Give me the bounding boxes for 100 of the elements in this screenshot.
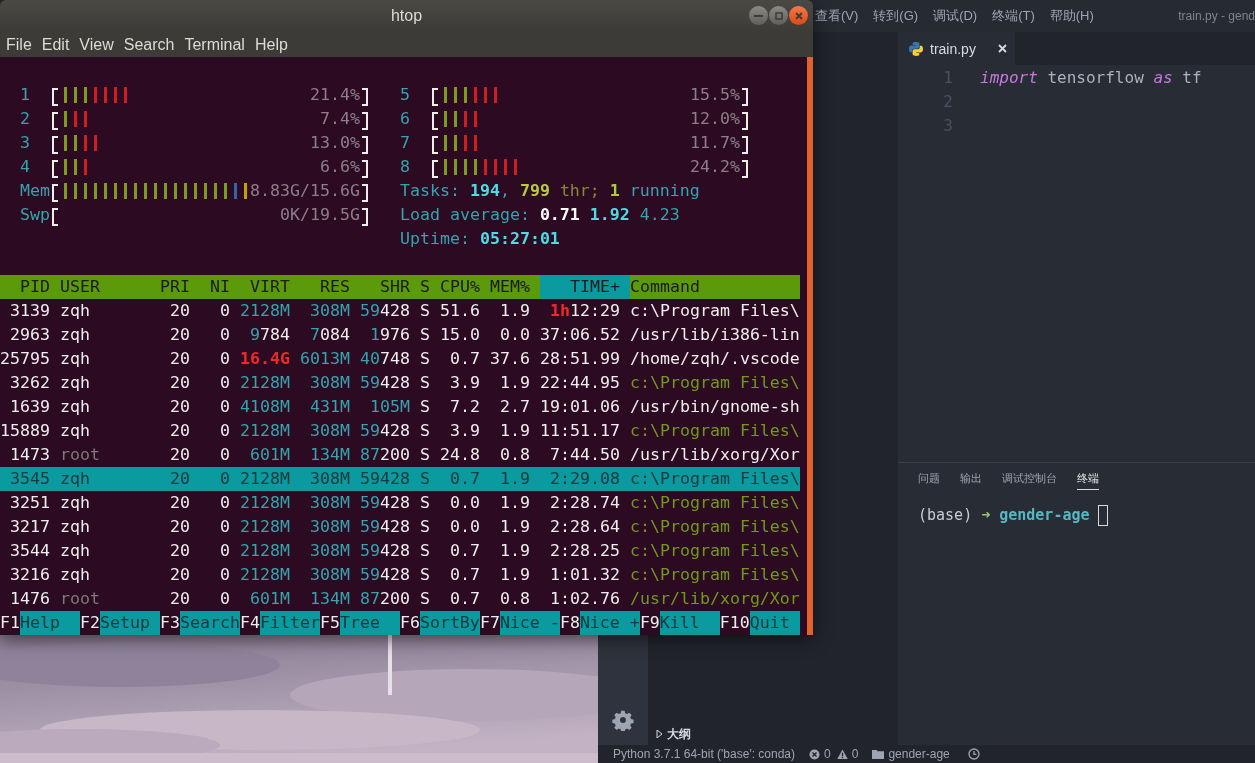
meter-value: 21.4% (310, 84, 360, 106)
error-count[interactable]: 0 (824, 747, 831, 761)
process-row[interactable]: 2963 zqh 20 0 9784 7084 1976 S 15.0 0.0 37:06.52 /usr/lib/i386-lin (0, 323, 800, 347)
process-row[interactable]: 3545 zqh 20 0 2128M 308M 59428 S 0.7 1.9 2:29.08 c:\Program Files\ (0, 467, 800, 491)
process-row[interactable]: 3262 zqh 20 0 2128M 308M 59428 S 3.9 1.9 22:44.95 c:\Program Files\ (0, 371, 800, 395)
table-cell-text: 1h12:29 (549, 300, 621, 322)
table-cell-text: 308M (309, 300, 351, 322)
table-cell-text: 40748 (360, 348, 411, 370)
table-cell-text: 308M (309, 468, 351, 490)
column-header[interactable]: Command (630, 275, 800, 299)
table-cell-text: S (420, 516, 431, 538)
table-cell-text: 308M (309, 420, 351, 442)
process-row[interactable]: 1476 root 20 0 601M 134M 87200 S 0.7 0.8 1:02.76 /usr/lib/xorg/Xor (0, 587, 800, 611)
menu-item[interactable]: 转到(G) (873, 7, 919, 25)
table-cell-text: S (420, 564, 431, 586)
process-row[interactable]: 15889 zqh 20 0 2128M 308M 59428 S 3.9 1.9 11:51.17 c:\Program Files\ (0, 419, 800, 443)
table-cell-text: 601M (249, 444, 291, 466)
table-cell-text: /usr/lib/xorg/Xor (630, 588, 800, 610)
meter-label: 4 (20, 156, 30, 178)
close-button[interactable] (789, 6, 808, 25)
python-icon (908, 40, 924, 57)
table-cell-text: 0.8 (499, 444, 531, 466)
process-row[interactable]: 3139 zqh 20 0 2128M 308M 59428 S 51.6 1.9 1h12:29 c:\Program Files\ (0, 299, 800, 323)
table-cell-text: 134M (309, 588, 351, 610)
column-header[interactable]: RES (300, 275, 360, 299)
panel-tab[interactable]: 调试控制台 (1002, 471, 1057, 490)
process-row[interactable]: 3217 zqh 20 0 2128M 308M 59428 S 0.0 1.9 2:28.64 c:\Program Files\ (0, 515, 800, 539)
table-cell-text: 20 (169, 516, 191, 538)
window-title: train.py - gend (1178, 9, 1255, 23)
table-cell-text: 3.9 (449, 420, 481, 442)
table-cell-text: 2128M (240, 372, 291, 394)
menu-item[interactable]: View (74, 35, 119, 54)
warning-icon (836, 748, 848, 760)
menu-item[interactable]: 帮助(H) (1049, 7, 1094, 25)
table-cell-text: 1.9 (499, 540, 531, 562)
column-header[interactable]: S (420, 275, 440, 299)
table-cell-text: 11:51.17 (540, 420, 621, 442)
meter-label: 7 (400, 132, 410, 154)
table-cell-text: 20 (169, 492, 191, 514)
outline-section[interactable]: 大纲 (648, 723, 898, 745)
process-row[interactable]: 1473 root 20 0 601M 134M 87200 S 24.8 0.8 7:44.50 /usr/lib/xorg/Xor (0, 443, 800, 467)
menu-item[interactable]: Edit (36, 35, 75, 54)
meter-value: 11.7% (690, 132, 740, 154)
table-cell-text: 0 (219, 300, 231, 322)
table-cell-text: 0 (219, 492, 231, 514)
interpreter-status[interactable]: Python 3.7.1 64-bit ('base': conda) (613, 747, 796, 761)
settings-icon[interactable] (612, 709, 634, 731)
column-header[interactable]: VIRT (240, 275, 300, 299)
table-cell-text: c:\Program Files\ (630, 420, 800, 442)
table-cell-text: /usr/bin/gnome-sh (630, 396, 800, 418)
menu-item[interactable]: 查看(V) (815, 7, 859, 25)
table-cell-text: 2128M (240, 564, 291, 586)
process-row[interactable]: 3251 zqh 20 0 2128M 308M 59428 S 0.0 1.9 2:28.74 c:\Program Files\ (0, 491, 800, 515)
column-header[interactable]: PRI (160, 275, 200, 299)
folder-name[interactable]: gender-age (888, 747, 950, 761)
column-header[interactable]: MEM% (490, 275, 540, 299)
table-cell-text: 7:44.50 (549, 444, 621, 466)
process-row[interactable]: 3544 zqh 20 0 2128M 308M 59428 S 0.7 1.9 2:28.25 c:\Program Files\ (0, 539, 800, 563)
table-cell-text: 1.9 (499, 468, 531, 490)
panel-tab[interactable]: 问题 (918, 471, 940, 490)
editor-tab[interactable]: train.py (898, 32, 1015, 65)
table-cell-text: 0.0 (449, 492, 481, 514)
clock-icon[interactable] (967, 748, 980, 760)
table-cell-text: 51.6 (440, 300, 481, 322)
table-cell-text: S (420, 468, 431, 490)
minus-icon (754, 14, 763, 17)
process-row[interactable]: 25795 zqh 20 0 16.4G 6013M 40748 S 0.7 37.6 28:51.99 /home/zqh/.vscode (0, 347, 800, 371)
menu-item[interactable]: Terminal (179, 35, 250, 54)
process-row[interactable]: 3216 zqh 20 0 2128M 308M 59428 S 0.7 1.9 1:01.32 c:\Program Files\ (0, 563, 800, 587)
menu-item[interactable]: Search (118, 35, 180, 54)
table-cell-text: c:\Program Files\ (630, 300, 800, 322)
warning-count[interactable]: 0 (851, 747, 859, 761)
meter-label: 1 (20, 84, 30, 106)
menu-item[interactable]: File (1, 35, 37, 54)
column-header[interactable]: NI (200, 275, 240, 299)
meter-value: 15.5% (690, 84, 740, 106)
menu-item[interactable]: 终端(T) (992, 7, 1035, 25)
column-header[interactable]: PID (0, 275, 60, 299)
table-cell-text: 0.7 (449, 348, 481, 370)
terminal-prompt: (base) ➜ gender-age (918, 505, 1090, 526)
menu-item[interactable]: 调试(D) (933, 7, 978, 25)
panel-tab[interactable]: 输出 (960, 471, 982, 490)
table-cell-text: 2:29.08 (549, 468, 621, 490)
column-header[interactable]: CPU% (440, 275, 490, 299)
terminal-cursor (1097, 504, 1108, 526)
table-cell-text: 3139 (9, 300, 51, 322)
meter-label: 8 (400, 156, 410, 178)
table-cell-text: 308M (309, 516, 351, 538)
minimize-button[interactable] (749, 6, 768, 25)
meter-value: 12.0% (690, 108, 740, 130)
panel-tab[interactable]: 终端 (1077, 471, 1099, 490)
menu-item[interactable]: Help (249, 35, 293, 54)
column-header[interactable]: SHR (360, 275, 420, 299)
column-header[interactable]: USER (60, 275, 160, 299)
process-row[interactable]: 1639 zqh 20 0 4108M 431M 105M S 7.2 2.7 19:01.06 /usr/bin/gnome-sh (0, 395, 800, 419)
table-cell-text: 1.9 (499, 372, 531, 394)
close-icon[interactable] (998, 44, 1007, 53)
table-cell-text: 0.7 (449, 540, 481, 562)
maximize-button[interactable] (769, 6, 788, 25)
column-header[interactable]: TIME+ (540, 275, 630, 299)
